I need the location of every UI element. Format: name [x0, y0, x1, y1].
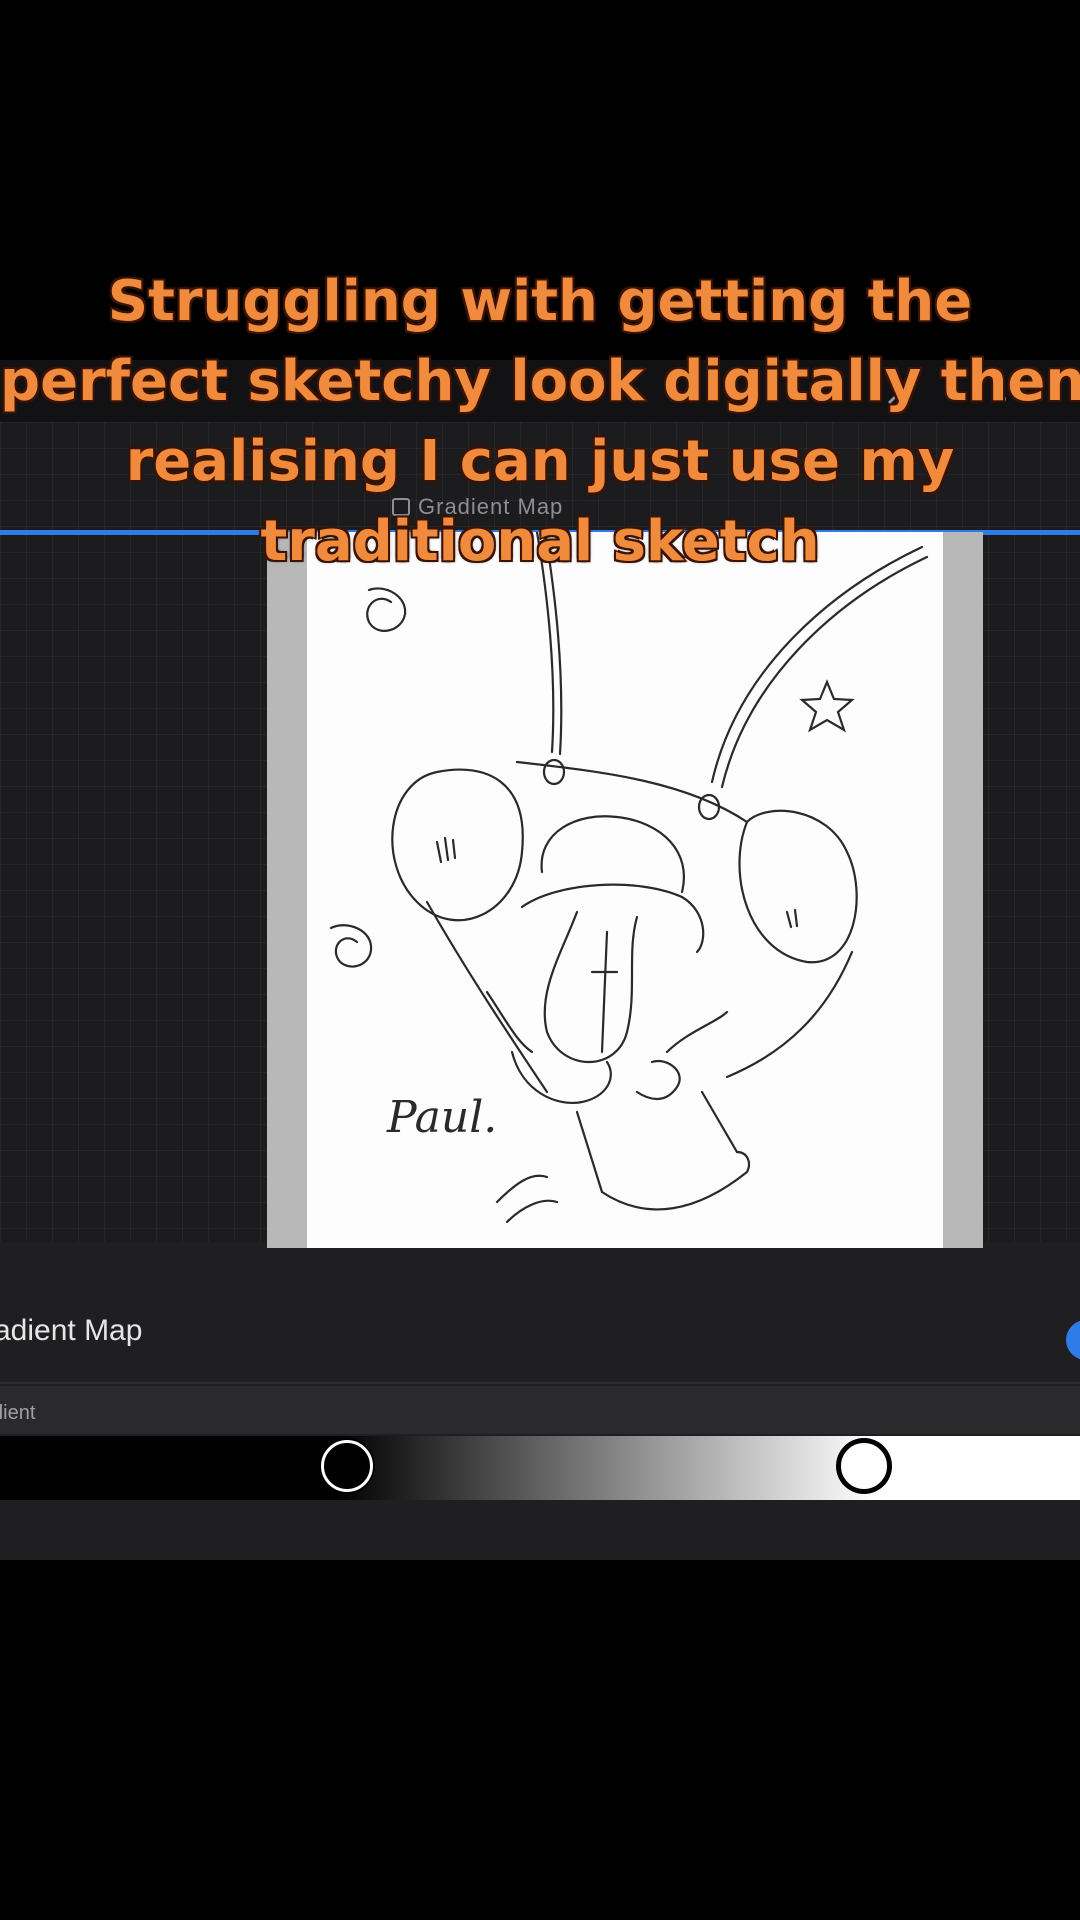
caption-line: traditional sketch: [259, 508, 821, 576]
gradient-label: dient: [0, 1402, 36, 1424]
divider: [0, 1382, 1080, 1384]
sketch-paper: Paul.: [307, 532, 943, 1248]
caption-line: perfect sketchy look digitally then: [0, 348, 1080, 416]
mantis-sketch: Paul.: [329, 532, 929, 1224]
caption-line: realising I can just use my: [124, 428, 956, 496]
video-frame: Gradient Map Paul. adient Map ient Strug…: [0, 0, 1080, 1920]
artboard[interactable]: Paul.: [267, 532, 983, 1248]
toggle-button[interactable]: [1066, 1320, 1080, 1360]
gradient-row[interactable]: [0, 1386, 1080, 1434]
gradient-bar[interactable]: [0, 1436, 1080, 1500]
gradient-map-panel: radient Map dient: [0, 1290, 1080, 1560]
caption-overlay: Struggling with getting the perfect sket…: [0, 262, 1080, 582]
signature-text: Paul.: [386, 1092, 497, 1143]
panel-title: radient Map: [0, 1314, 143, 1347]
gradient-stop-white[interactable]: [838, 1440, 890, 1492]
gradient-stop-black[interactable]: [321, 1440, 373, 1492]
caption-line: Struggling with getting the: [106, 268, 974, 336]
